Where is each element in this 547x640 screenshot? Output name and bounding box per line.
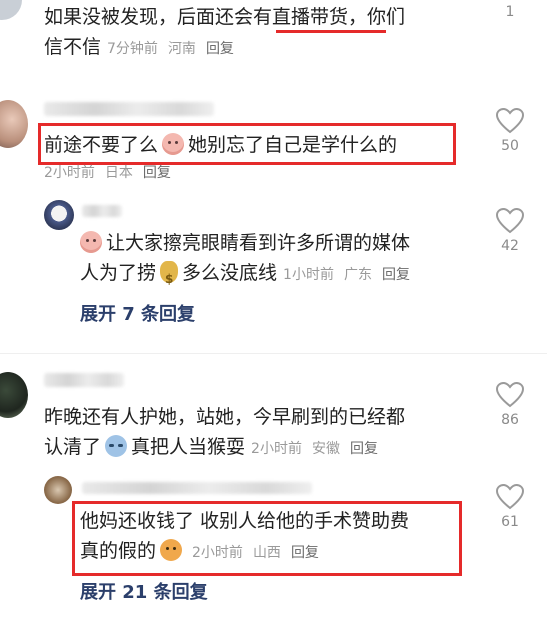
comment-location: 广东	[343, 267, 372, 283]
like-button[interactable]: 42	[490, 208, 530, 254]
like-count: 50	[501, 138, 519, 154]
username-blurred	[44, 102, 214, 116]
reply-text: 让大家擦亮眼睛看到许多所谓的媒体 人为了捞 多么没底线 1小时前广东回复	[80, 228, 480, 294]
crying-face-icon	[105, 435, 128, 457]
avatar[interactable]	[44, 476, 72, 504]
heart-icon	[496, 108, 524, 134]
like-button[interactable]: 50	[490, 108, 530, 154]
reply-button[interactable]: 回复	[206, 41, 234, 57]
highlight-underline	[276, 30, 386, 33]
comment-location: 日本	[104, 165, 133, 181]
reply-line: 人为了捞 多么没底线 1小时前广东回复	[80, 258, 480, 294]
like-button[interactable]: 1	[490, 0, 530, 20]
reply-line-text: 多么没底线	[182, 262, 278, 284]
heart-icon	[496, 382, 524, 408]
comment-line: 昨晚还有人护她，站她，今早刷到的已经都	[44, 406, 406, 428]
username-blurred	[44, 373, 124, 387]
comment-line-text: 真把人当猴耍	[131, 436, 246, 458]
comment-line-text: 信不信	[44, 36, 102, 58]
reply-button[interactable]: 回复	[350, 441, 378, 457]
reply-line-text: 人为了捞	[80, 262, 157, 284]
comment-meta: 2小时前 日本 回复	[44, 162, 181, 182]
money-bag-icon	[160, 261, 179, 294]
comment-text: 昨晚还有人护她，站她，今早刷到的已经都 认清了 真把人当猴耍 2小时前 安徽 回复	[44, 402, 484, 464]
heart-icon	[496, 484, 524, 510]
like-count: 86	[501, 412, 519, 428]
comment-line: 如果没被发现，后面还会有直播带货，你们	[44, 6, 406, 28]
avatar[interactable]	[0, 0, 22, 20]
avatar[interactable]	[0, 100, 28, 148]
comment-time: 2小时前	[44, 165, 95, 181]
highlight-box	[72, 501, 462, 576]
reply-line: 让大家擦亮眼睛看到许多所谓的媒体	[80, 228, 480, 258]
comment-line-text: 认清了	[44, 436, 102, 458]
divider	[0, 353, 547, 354]
avatar[interactable]	[0, 372, 28, 418]
comment-time: 1小时前	[283, 267, 334, 283]
reply-button[interactable]: 回复	[382, 267, 410, 283]
comment-location: 安徽	[311, 441, 340, 457]
like-button[interactable]: 61	[490, 484, 530, 530]
comment-line: 信不信 7分钟前 河南 回复	[44, 32, 474, 64]
username-blurred	[82, 482, 312, 494]
heart-icon	[496, 208, 524, 234]
reply-button[interactable]: 回复	[143, 165, 171, 181]
like-count: 61	[501, 514, 519, 530]
like-count: 42	[501, 238, 519, 254]
comment-text: 如果没被发现，后面还会有直播带货，你们 信不信 7分钟前 河南 回复	[44, 2, 474, 64]
comment-line: 认清了 真把人当猴耍 2小时前 安徽 回复	[44, 432, 484, 464]
comment-meta: 7分钟前 河南 回复	[107, 41, 244, 57]
pig-face-icon	[80, 231, 102, 253]
avatar[interactable]	[44, 200, 74, 230]
like-button[interactable]: 86	[490, 382, 530, 428]
comment-time: 2小时前	[251, 441, 302, 457]
expand-replies-button[interactable]: 展开 7 条回复	[80, 300, 195, 326]
comment-time: 7分钟前	[107, 41, 158, 57]
reply-line-text: 让大家擦亮眼睛看到许多所谓的媒体	[106, 232, 411, 254]
comment-meta: 2小时前 安徽 回复	[251, 441, 388, 457]
like-count: 1	[505, 4, 515, 20]
comment-meta: 1小时前 广东 回复	[283, 267, 420, 283]
expand-replies-button[interactable]: 展开 21 条回复	[80, 578, 208, 604]
comment-location: 河南	[167, 41, 196, 57]
username-blurred	[82, 205, 122, 217]
highlight-box	[38, 123, 456, 165]
